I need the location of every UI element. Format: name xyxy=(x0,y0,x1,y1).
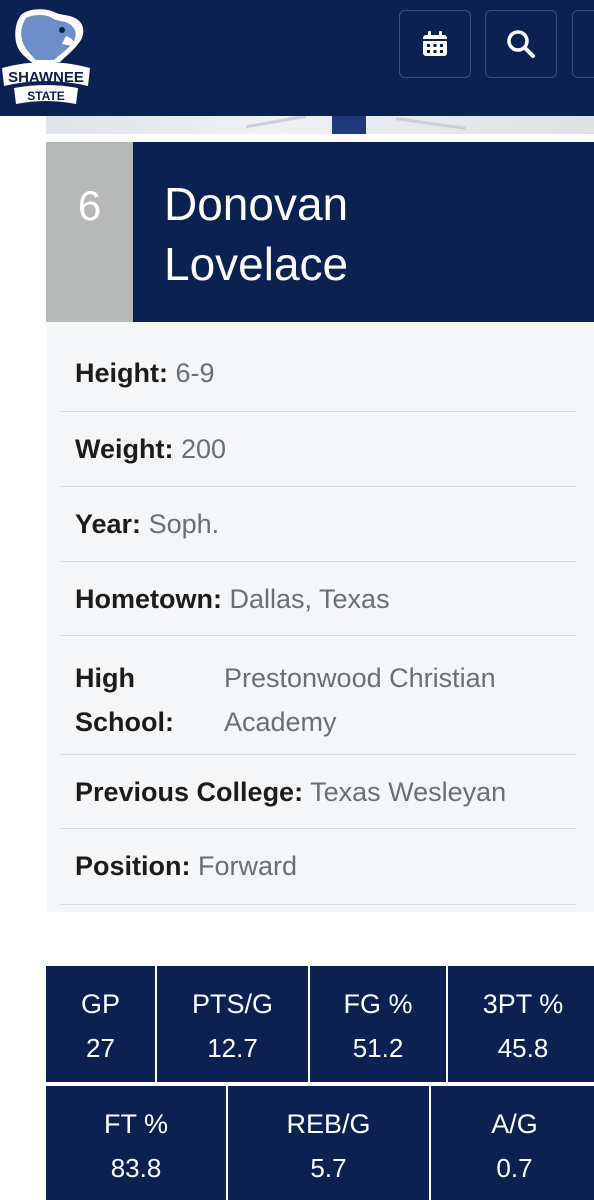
detail-label: Height: xyxy=(75,358,168,388)
stat-fg-pct: FG % 51.2 xyxy=(310,966,446,1082)
stat-value: 51.2 xyxy=(352,1033,404,1063)
detail-label: Weight: xyxy=(75,434,174,464)
stat-value: 5.7 xyxy=(310,1153,347,1183)
stat-label: PTS/G xyxy=(191,989,273,1019)
stat-value: 12.7 xyxy=(207,1033,258,1063)
detail-label: Position: xyxy=(75,851,191,881)
detail-value: Dallas, Texas xyxy=(229,584,390,614)
detail-row-height: Height: 6-9 xyxy=(60,322,576,412)
player-details: Height: 6-9 Weight: 200 Year: Soph. Home… xyxy=(46,322,594,912)
player-last-name: Lovelace xyxy=(164,238,349,290)
logo-text-tiny: BEARS xyxy=(39,104,53,109)
detail-row-previous-college: Previous College: Texas Wesleyan xyxy=(60,755,576,829)
stat-label: FT % xyxy=(103,1109,168,1139)
detail-row-position: Position: Forward xyxy=(60,829,576,905)
stat-label: REB/G xyxy=(286,1109,371,1139)
detail-value: Soph. xyxy=(148,509,220,539)
detail-label: Hometown: xyxy=(75,584,222,614)
detail-label: Previous College: xyxy=(75,777,304,807)
logo-text-bottom: STATE xyxy=(27,89,65,103)
tie-shape xyxy=(332,116,366,134)
detail-label: High School: xyxy=(75,663,174,737)
search-button[interactable] xyxy=(485,10,557,78)
stat-value: 27 xyxy=(86,1033,115,1063)
season-stats: GP 27 PTS/G 12.7 FG % 51.2 3PT % 45.8 FT… xyxy=(44,964,594,1200)
site-header: SHAWNEE STATE BEARS xyxy=(0,0,594,116)
detail-value: 6-9 xyxy=(175,358,215,388)
detail-value: Texas Wesleyan xyxy=(310,777,507,807)
calendar-icon xyxy=(423,31,447,56)
detail-label: Year: xyxy=(75,509,142,539)
shawnee-state-logo[interactable]: SHAWNEE STATE BEARS xyxy=(0,6,92,110)
stat-gp: GP 27 xyxy=(46,966,155,1082)
jersey-number: 6 xyxy=(46,142,133,322)
detail-row-year: Year: Soph. xyxy=(60,487,576,562)
stat-label: FG % xyxy=(343,989,413,1019)
stat-value: 45.8 xyxy=(497,1033,549,1063)
player-first-name: Donovan xyxy=(164,178,349,230)
stat-ft-pct: FT % 83.8 xyxy=(46,1086,226,1200)
stat-value: 83.8 xyxy=(110,1153,162,1183)
stat-3pt-pct: 3PT % 45.8 xyxy=(448,966,594,1082)
search-icon xyxy=(507,30,535,58)
stat-value: 0.7 xyxy=(496,1153,533,1183)
detail-row-high-school: High School: Prestonwood Christian Acade… xyxy=(60,636,576,755)
stat-reb-per-game: REB/G 5.7 xyxy=(228,1086,429,1200)
stat-label: A/G xyxy=(491,1109,538,1139)
stat-label: 3PT % xyxy=(482,989,564,1019)
detail-row-weight: Weight: 200 xyxy=(60,412,576,487)
stat-pts-per-game: PTS/G 12.7 xyxy=(157,966,308,1082)
menu-button[interactable] xyxy=(572,10,594,78)
stat-assists-per-game: A/G 0.7 xyxy=(431,1086,594,1200)
logo-text-top: SHAWNEE xyxy=(8,69,84,86)
detail-value: Forward xyxy=(198,851,298,881)
player-photo xyxy=(46,116,594,134)
detail-row-hometown: Hometown: Dallas, Texas xyxy=(60,562,576,636)
player-name: Donovan Lovelace xyxy=(133,142,594,322)
stat-label: GP xyxy=(80,989,120,1019)
calendar-button[interactable] xyxy=(399,10,471,78)
detail-value: Prestonwood Christian Academy xyxy=(224,663,496,737)
detail-value: 200 xyxy=(181,434,227,464)
